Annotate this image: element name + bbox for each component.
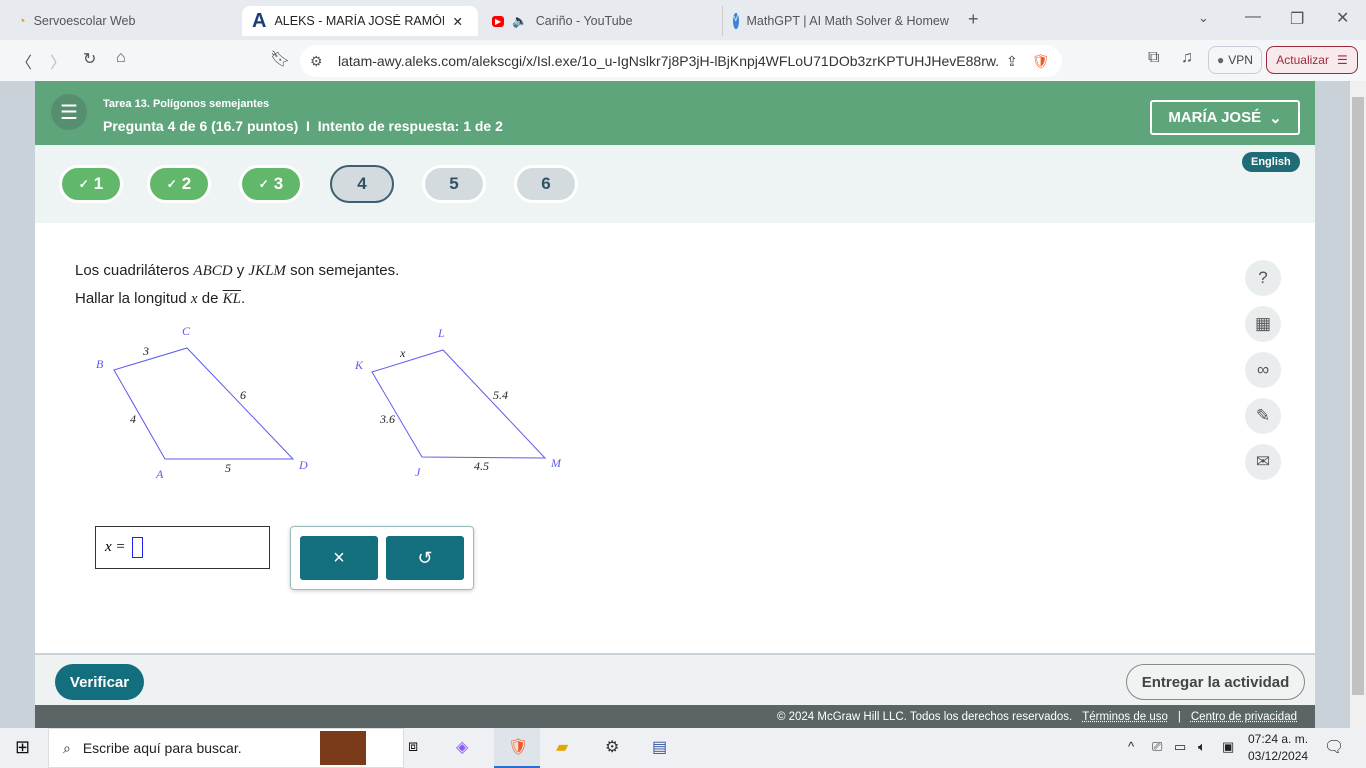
side-ab: 4 xyxy=(130,412,136,426)
notification-app-icon[interactable]: ▣ xyxy=(1222,739,1234,755)
side-ad: 5 xyxy=(225,461,231,475)
scrollbar-thumb[interactable] xyxy=(1352,97,1364,695)
vertex-l: L xyxy=(437,326,445,340)
fireplace-icon xyxy=(319,731,366,765)
privacy-link[interactable]: Centro de privacidad xyxy=(1191,711,1297,723)
polygon-jklm xyxy=(371,349,547,459)
verify-button[interactable]: Verificar xyxy=(55,664,144,700)
camera-icon[interactable]: ⎚ xyxy=(1152,739,1162,755)
copilot-icon[interactable]: ◈ xyxy=(456,737,468,757)
file-explorer-icon[interactable]: ▰ xyxy=(556,737,568,757)
brave-icon: 🛡 xyxy=(508,739,529,756)
side-jm: 4.5 xyxy=(474,459,489,473)
vertex-c: C xyxy=(182,324,191,338)
search-icon: ⌕ xyxy=(63,739,71,756)
polygon-abcd xyxy=(113,347,295,460)
side-cd: 6 xyxy=(240,388,246,402)
action-bar: Verificar Entregar la actividad xyxy=(35,655,1315,705)
quadrilateral-jklm: K L M J x 5.4 3.6 4.5 xyxy=(354,326,562,479)
page-scrollbar[interactable] xyxy=(1350,81,1366,728)
volume-icon[interactable]: 🔈︎ xyxy=(1198,739,1206,755)
vertex-k: K xyxy=(354,358,364,372)
app-icon[interactable]: ▤ xyxy=(652,737,667,757)
footer: © 2024 McGraw Hill LLC. Todos los derech… xyxy=(35,705,1315,728)
settings-icon[interactable]: ⚙ xyxy=(605,737,619,757)
vertex-d: D xyxy=(298,458,308,472)
windows-start-icon[interactable]: ⊞ xyxy=(15,737,30,758)
taskbar-search[interactable]: ⌕ Escribe aquí para buscar. xyxy=(48,728,404,768)
side-kl: x xyxy=(399,346,406,360)
side-bc: 3 xyxy=(142,344,149,358)
vertex-b: B xyxy=(96,357,104,371)
tray-chevron-icon[interactable]: ^ xyxy=(1128,739,1134,754)
vertex-m: M xyxy=(550,456,562,470)
side-jk: 3.6 xyxy=(379,412,395,426)
submit-activity-button[interactable]: Entregar la actividad xyxy=(1126,664,1305,700)
vertex-a: A xyxy=(155,467,164,481)
windows-taskbar: ⊞ ⌕ Escribe aquí para buscar. ⧈ ◈ 🛡 ▰ ⚙ ▤… xyxy=(0,728,1366,768)
task-view-icon[interactable]: ⧈ xyxy=(408,738,418,756)
battery-icon[interactable]: ▭ xyxy=(1174,739,1186,755)
vertex-j: J xyxy=(415,465,421,479)
figures: B C D A 3 6 4 5 K L M J x 5.4 3.6 4.5 xyxy=(96,324,562,481)
quadrilateral-abcd: B C D A 3 6 4 5 xyxy=(96,324,308,481)
side-lm: 5.4 xyxy=(493,388,508,402)
action-center-icon[interactable]: 🗨︎ xyxy=(1324,737,1344,757)
clock[interactable]: 07:24 a. m. 03/12/2024 xyxy=(1248,731,1308,765)
terms-link[interactable]: Términos de uso xyxy=(1082,711,1168,723)
brave-taskbar-button[interactable]: 🛡 xyxy=(494,728,540,768)
